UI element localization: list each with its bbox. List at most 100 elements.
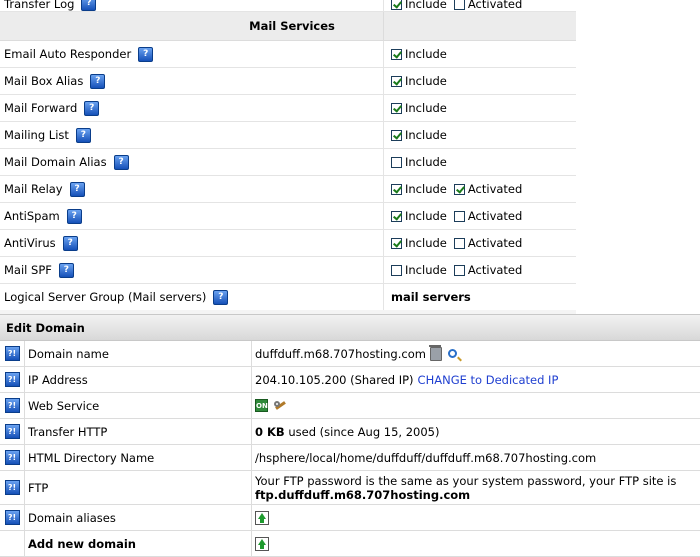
include-checkbox[interactable] [391,0,402,10]
help-icon[interactable]: ? [66,208,82,224]
include-label: Include [405,47,447,61]
html-directory-label: HTML Directory Name [25,445,252,470]
ftp-row: ?! FTP Your FTP password is the same as … [0,471,700,505]
add-domain-icon[interactable] [255,536,269,551]
logical-server-group-label: Logical Server Group (Mail servers) [4,290,207,304]
service-name: AntiSpam [4,209,60,223]
help-icon[interactable]: ?! [4,450,20,465]
activated-checkbox[interactable] [453,210,465,222]
mail-service-row: Email Auto Responder? Include [0,41,576,68]
help-icon[interactable]: ? [138,46,154,62]
help-icon[interactable]: ? [84,100,100,116]
mail-services-header: Mail Services [0,12,576,41]
domain-name-label: Domain name [25,341,252,366]
help-icon[interactable]: ? [58,262,74,278]
include-label: Include [405,155,447,169]
include-label: Include [405,101,447,115]
service-name: AntiVirus [4,236,56,250]
service-name: Mail SPF [4,263,52,277]
service-name: Mail Box Alias [4,74,84,88]
include-checkbox[interactable] [391,183,402,195]
transfer-log-row: Transfer Log ? Include Activated [0,0,576,12]
change-ip-link[interactable]: CHANGE to Dedicated IP [418,373,559,387]
help-icon[interactable]: ? [213,289,229,305]
include-label: Include [405,263,447,277]
activated-label: Activated [467,182,523,196]
help-icon[interactable]: ? [81,0,97,11]
help-icon[interactable]: ?! [4,424,20,439]
activated-label: Activated [467,236,523,250]
help-icon[interactable]: ? [90,73,106,89]
magnifier-icon[interactable] [447,349,457,358]
transfer-log-label: Transfer Log [4,0,75,11]
include-label: Include [405,236,447,250]
logical-server-group-value: mail servers [391,290,471,304]
ip-address-row: ?! IP Address 204.10.105.200 (Shared IP)… [0,367,700,393]
ftp-label: FTP [25,471,252,504]
domain-aliases-label: Domain aliases [25,505,252,530]
service-name: Mail Forward [4,101,78,115]
include-checkbox[interactable] [391,48,402,60]
section-title: Mail Services [249,19,335,33]
activated-checkbox[interactable] [453,0,465,10]
domain-aliases-row: ?! Domain aliases [0,505,700,531]
domain-name-row: ?! Domain name duffduff.m68.707hosting.c… [0,341,700,367]
help-icon[interactable]: ?! [4,372,20,387]
include-checkbox[interactable] [391,156,402,168]
transfer-http-row: ?! Transfer HTTP 0 KB used (since Aug 15… [0,419,700,445]
web-service-label: Web Service [25,393,252,418]
include-checkbox[interactable] [391,75,402,87]
help-icon[interactable]: ? [62,235,78,251]
web-service-row: ?! Web Service ON [0,393,700,419]
ftp-info-text: Your FTP password is the same as your sy… [255,474,677,488]
activated-checkbox[interactable] [453,237,465,249]
wrench-icon[interactable] [273,399,287,413]
trash-icon[interactable] [428,344,442,361]
include-checkbox[interactable] [391,210,402,222]
service-name: Mail Relay [4,182,63,196]
edit-domain-panel: Edit Domain ?! Domain name duffduff.m68.… [0,314,700,557]
include-label: Include [405,74,447,88]
help-icon[interactable]: ? [75,127,91,143]
include-label: Include [405,209,447,223]
transfer-http-label: Transfer HTTP [25,419,252,444]
service-name: Email Auto Responder [4,47,132,61]
service-name: Mail Domain Alias [4,155,107,169]
mail-service-row: Mail Relay? Include Activated [0,176,576,203]
add-new-domain-label: Add new domain [25,531,252,556]
transfer-since: used (since Aug 15, 2005) [284,424,440,439]
add-new-domain-row: Add new domain [0,531,700,557]
mail-services-panel: Transfer Log ? Include Activated Mail Se… [0,0,576,315]
help-icon[interactable]: ?! [4,398,20,413]
ip-address-value: 204.10.105.200 (Shared IP) [255,372,414,387]
on-icon[interactable]: ON [255,399,268,412]
activated-checkbox[interactable] [453,264,465,276]
service-name: Mailing List [4,128,69,142]
mail-service-row: Mail Box Alias? Include [0,68,576,95]
mail-service-row: AntiVirus? Include Activated [0,230,576,257]
ftp-site: ftp.duffduff.m68.707hosting.com [255,488,471,502]
html-directory-value: /hsphere/local/home/duffduff/duffduff.m6… [255,450,597,465]
mail-service-row: Mail Forward? Include [0,95,576,122]
help-icon[interactable]: ? [69,181,85,197]
include-checkbox[interactable] [391,237,402,249]
help-icon[interactable]: ?! [4,480,20,495]
mail-service-row: Mail Domain Alias? Include [0,149,576,176]
logical-server-group-row: Logical Server Group (Mail servers) ? ma… [0,284,576,310]
activated-label: Activated [467,209,523,223]
include-checkbox[interactable] [391,264,402,276]
mail-service-row: Mailing List? Include [0,122,576,149]
help-icon[interactable]: ? [113,154,129,170]
include-checkbox[interactable] [391,102,402,114]
help-icon[interactable]: ?! [4,346,20,361]
include-label: Include [405,128,447,142]
include-checkbox[interactable] [391,129,402,141]
add-alias-icon[interactable] [255,510,269,525]
mail-service-row: Mail SPF? Include Activated [0,257,576,284]
edit-domain-header: Edit Domain [0,314,700,341]
domain-name-value: duffduff.m68.707hosting.com [255,346,426,361]
activated-checkbox[interactable] [453,183,465,195]
activated-label: Activated [467,263,523,277]
help-icon[interactable]: ?! [4,510,20,525]
include-label: Include [405,182,447,196]
